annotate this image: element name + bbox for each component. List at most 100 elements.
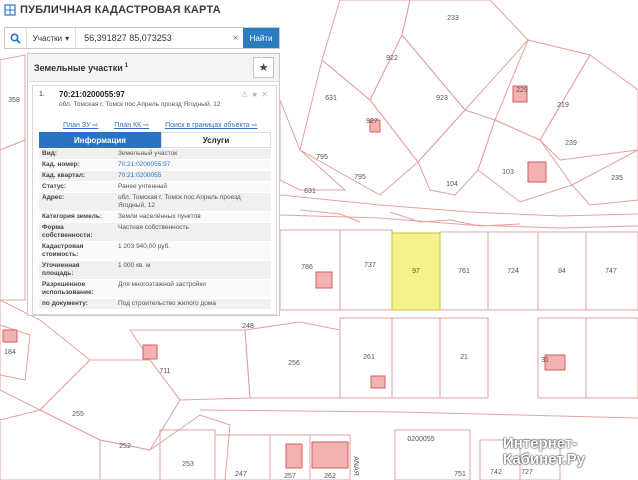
result-index: 1.: [39, 91, 45, 98]
building: [142, 344, 158, 360]
table-row: по документу: Под строительство жилого до…: [39, 299, 271, 310]
search-type-label: Участки: [32, 33, 63, 43]
parcel[interactable]: [369, 34, 466, 163]
map-label: 255: [72, 411, 84, 418]
map-label: 252: [119, 443, 131, 450]
map-label: 737: [364, 262, 376, 269]
row-key: Уточненная площадь:: [42, 262, 80, 277]
parcel[interactable]: [494, 39, 591, 141]
row-key: Кад. номер:: [42, 161, 80, 168]
result-count: 1: [124, 62, 129, 69]
tab-services[interactable]: Услуги: [161, 132, 271, 148]
star-icon[interactable]: ★: [253, 57, 274, 78]
map-label: 233: [447, 15, 459, 22]
building: [311, 441, 349, 469]
map-label: 247: [235, 471, 247, 478]
map-label: 261: [363, 354, 375, 361]
row-value: Частная собственность: [118, 224, 189, 231]
map-label: 31: [541, 357, 549, 364]
row-value: Земельный участок: [118, 150, 178, 157]
map-label: 727: [521, 469, 533, 476]
row-key: Кад. квартал:: [42, 172, 86, 179]
plan-kk-link[interactable]: План КК ⇨: [114, 121, 149, 129]
star-outline-icon[interactable]: ★: [251, 90, 258, 99]
map-label: 256: [288, 360, 300, 367]
row-value-link[interactable]: 70:21:0200055: [115, 171, 271, 181]
find-button[interactable]: Найти: [243, 28, 279, 48]
map-label: 248: [242, 323, 254, 330]
map-label: 711: [159, 368, 170, 375]
table-row: Категория земель: Земли населённых пункто…: [39, 212, 271, 223]
map-label: 724: [507, 268, 519, 275]
parcel[interactable]: [401, 0, 529, 111]
parcel[interactable]: [585, 317, 638, 399]
row-key: Вид:: [42, 150, 57, 157]
parcel[interactable]: [0, 139, 26, 301]
row-value: 1 000 кв. м: [118, 262, 151, 269]
watermark-line: Кабинет.Ру: [503, 451, 585, 468]
map-label: 761: [458, 268, 470, 275]
map-label: 235: [611, 175, 623, 182]
results-panel: Земельные участки 1 ★ 1. 70:21:0200055:97…: [27, 53, 280, 316]
arrow-right-icon: ⇨: [251, 122, 258, 129]
search-input[interactable]: [76, 32, 228, 44]
parcel[interactable]: [391, 317, 441, 399]
parcel[interactable]: [571, 149, 638, 206]
row-key: Адрес:: [42, 194, 65, 201]
table-row: Статус: Ранее учтенный: [39, 182, 271, 193]
row-value: Под строительство жилого дома: [118, 300, 216, 307]
clear-icon[interactable]: ×: [228, 33, 243, 44]
map-label: 219: [557, 102, 569, 109]
map-label: 631: [304, 188, 316, 195]
map-label: 184: [4, 349, 16, 356]
table-row: Разрешенное использование: Для многоэтажн…: [39, 280, 271, 299]
map-label: 257: [284, 473, 296, 480]
parcel[interactable]: [279, 99, 347, 191]
map-label: 358: [8, 97, 20, 104]
parcel[interactable]: [539, 54, 638, 161]
table-row: Адрес: обл. Томская г. Томск пос.Апрель п…: [39, 193, 271, 212]
row-value-link[interactable]: 70:21:0200055:97: [115, 160, 271, 170]
search-type-select[interactable]: Участки ▾: [27, 28, 77, 48]
table-row: Форма собственности: Частная собственност…: [39, 223, 271, 242]
parcel[interactable]: [129, 329, 251, 401]
search-bounds-link[interactable]: Поиск в границах объекта ⇨: [165, 121, 257, 129]
card-actions: ⚠ ★ ✕: [241, 90, 268, 99]
close-icon[interactable]: ✕: [261, 90, 268, 99]
arrow-right-icon: ⇨: [143, 122, 150, 129]
plan-zu-link[interactable]: План ЗУ ⇨: [63, 121, 98, 129]
table-row: Вид: Земельный участок: [39, 149, 271, 160]
map-label: 253: [182, 461, 194, 468]
row-value: Земли населённых пунктов: [118, 213, 201, 220]
table-row: Кад. номер: 70:21:0200055:97: [39, 160, 271, 171]
row-key: Кадастровая стоимость:: [42, 243, 84, 258]
map-label: 751: [454, 471, 466, 478]
card-links: План ЗУ ⇨ План КК ⇨ Поиск в границах объ…: [63, 121, 257, 129]
info-tabs: Информация Услуги: [39, 132, 271, 148]
warning-icon[interactable]: ⚠: [241, 90, 248, 99]
search-bar: Участки ▾ × Найти: [4, 27, 280, 49]
tab-info[interactable]: Информация: [39, 132, 161, 148]
parcel[interactable]: [339, 229, 393, 311]
map-label: 21: [460, 354, 468, 361]
map-label: 262: [324, 473, 336, 480]
map-label: 103: [502, 169, 514, 176]
app-header: ПУБЛИЧНАЯ КАДАСТРОВАЯ КАРТА: [0, 0, 244, 20]
map-label: 84: [558, 268, 566, 275]
building: [527, 161, 547, 183]
map-label: 795: [316, 154, 328, 161]
parcel[interactable]: [321, 0, 411, 101]
map-label: ANAЯ: [352, 456, 359, 475]
map-label: 239: [565, 140, 577, 147]
parcel[interactable]: [477, 119, 573, 203]
watermark-line: Интернет-: [503, 435, 578, 452]
map-label: 742: [490, 469, 502, 476]
search-icon[interactable]: [5, 28, 27, 48]
panel-title: Земельные участки 1: [34, 62, 129, 73]
table-row: Кад. квартал: 70:21:0200055: [39, 171, 271, 182]
parcel[interactable]: [0, 409, 101, 480]
chevron-down-icon: ▾: [65, 33, 70, 43]
cad-number[interactable]: 70:21:0200055:97: [59, 90, 125, 99]
row-value: Ранее учтенный: [118, 183, 167, 190]
table-row: Уточненная площадь: 1 000 кв. м: [39, 261, 271, 280]
